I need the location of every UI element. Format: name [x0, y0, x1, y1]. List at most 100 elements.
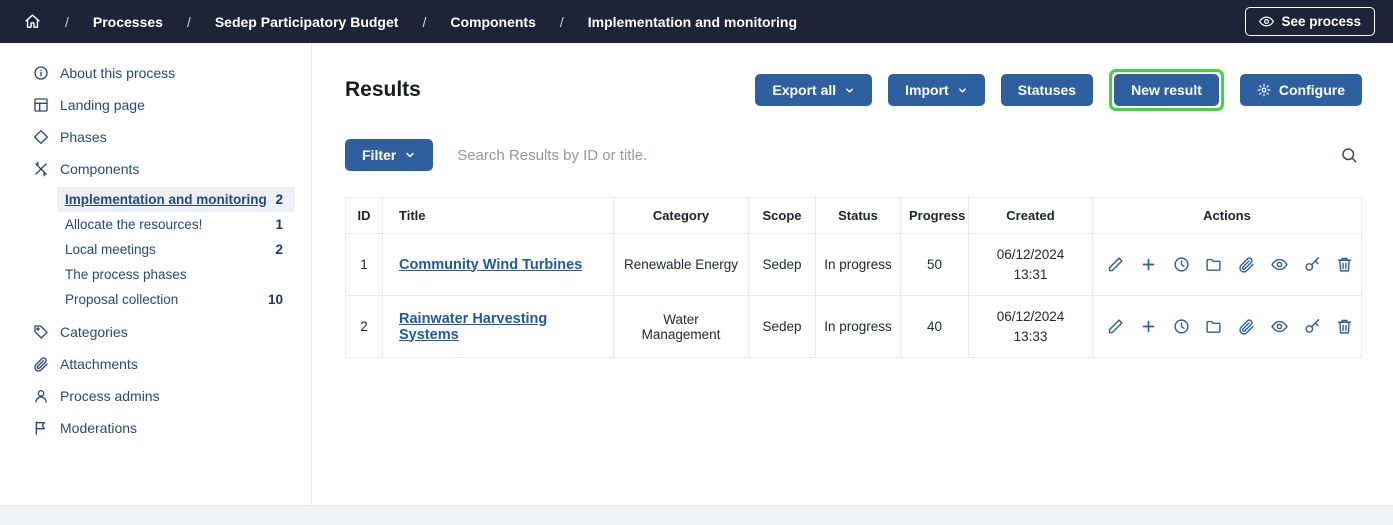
col-header-title: Title: [383, 198, 614, 234]
sidebar-item-label: Process admins: [60, 388, 160, 404]
preview-eye-icon[interactable]: [1271, 318, 1288, 335]
col-header-actions: Actions: [1093, 198, 1362, 234]
breadcrumb: / Processes / Sedep Participatory Budget…: [24, 13, 797, 30]
sidebar: About this process Landing page Phases C…: [0, 43, 312, 505]
bottom-strip: [0, 505, 1393, 525]
component-item-the-process-phases[interactable]: The process phases: [57, 262, 295, 287]
components-tools-icon: [33, 161, 49, 177]
created-time: 13:33: [977, 327, 1084, 347]
component-label: Proposal collection: [65, 292, 178, 307]
folder-icon[interactable]: [1205, 318, 1222, 335]
paperclip-icon: [33, 356, 49, 372]
component-item-proposal-collection[interactable]: Proposal collection 10: [57, 287, 295, 312]
col-header-scope: Scope: [749, 198, 816, 234]
component-label: Allocate the resources!: [65, 217, 202, 232]
sidebar-item-attachments[interactable]: Attachments: [0, 348, 311, 380]
sidebar-item-landing-page[interactable]: Landing page: [0, 89, 311, 121]
preview-eye-icon[interactable]: [1271, 256, 1288, 273]
sidebar-item-moderations[interactable]: Moderations: [0, 412, 311, 444]
attachments-paperclip-icon[interactable]: [1238, 318, 1255, 335]
created-date: 06/12/2024: [977, 245, 1084, 265]
export-all-label: Export all: [772, 82, 836, 98]
highlight-box: New result: [1109, 69, 1224, 111]
permissions-key-icon[interactable]: [1304, 256, 1321, 273]
component-count: 2: [275, 192, 283, 207]
statuses-button[interactable]: Statuses: [1001, 74, 1093, 106]
cell-actions: [1093, 296, 1362, 358]
layout-grid-icon: [33, 97, 49, 113]
history-clock-icon[interactable]: [1173, 318, 1190, 335]
sidebar-item-components[interactable]: Components: [0, 153, 311, 185]
eye-icon: [1259, 14, 1274, 29]
breadcrumb-separator: /: [422, 14, 426, 30]
col-header-created: Created: [969, 198, 1093, 234]
table-row: 1 Community Wind Turbines Renewable Ener…: [346, 234, 1362, 296]
result-title-link[interactable]: Community Wind Turbines: [399, 257, 582, 273]
created-date: 06/12/2024: [977, 307, 1084, 327]
breadcrumb-item-processes[interactable]: Processes: [93, 14, 163, 30]
sidebar-item-label: Phases: [60, 129, 107, 145]
cell-created: 06/12/2024 13:33: [969, 296, 1093, 358]
folder-icon[interactable]: [1205, 256, 1222, 273]
sidebar-item-label: Categories: [60, 324, 128, 340]
delete-trash-icon[interactable]: [1336, 256, 1353, 273]
table-row: 2 Rainwater Harvesting Systems Water Man…: [346, 296, 1362, 358]
cell-category: Water Management: [614, 296, 749, 358]
filter-label: Filter: [362, 147, 396, 163]
components-children: Implementation and monitoring 2 Allocate…: [57, 187, 295, 312]
sidebar-item-label: Components: [60, 161, 139, 177]
edit-pencil-icon[interactable]: [1107, 318, 1124, 335]
new-result-label: New result: [1131, 82, 1202, 98]
new-result-button[interactable]: New result: [1114, 74, 1219, 106]
search-input[interactable]: [457, 147, 1326, 164]
filter-button[interactable]: Filter: [345, 139, 433, 171]
cell-actions: [1093, 234, 1362, 296]
cell-category: Renewable Energy: [614, 234, 749, 296]
tag-icon: [33, 324, 49, 340]
chevron-down-icon: [957, 85, 968, 96]
configure-button[interactable]: Configure: [1240, 74, 1362, 106]
gear-icon: [1257, 83, 1271, 97]
export-all-button[interactable]: Export all: [755, 74, 872, 106]
component-count: 2: [275, 242, 283, 257]
breadcrumb-item-process[interactable]: Sedep Participatory Budget: [215, 14, 399, 30]
breadcrumb-item-current: Implementation and monitoring: [588, 14, 797, 30]
toolbar: Export all Import Statuses New result: [755, 69, 1362, 111]
col-header-progress: Progress: [901, 198, 969, 234]
delete-trash-icon[interactable]: [1336, 318, 1353, 335]
result-title-link[interactable]: Rainwater Harvesting Systems: [399, 311, 547, 343]
component-item-implementation-and-monitoring[interactable]: Implementation and monitoring 2: [57, 187, 295, 212]
add-plus-icon[interactable]: [1140, 256, 1157, 273]
home-icon[interactable]: [24, 13, 41, 30]
page-title: Results: [345, 78, 421, 102]
edit-pencil-icon[interactable]: [1107, 256, 1124, 273]
component-label: Local meetings: [65, 242, 156, 257]
table-header-row: ID Title Category Scope Status Progress …: [346, 198, 1362, 234]
component-item-allocate-the-resources[interactable]: Allocate the resources! 1: [57, 212, 295, 237]
permissions-key-icon[interactable]: [1304, 318, 1321, 335]
cell-id: 1: [346, 234, 383, 296]
import-button[interactable]: Import: [888, 74, 985, 106]
statuses-label: Statuses: [1018, 82, 1076, 98]
attachments-paperclip-icon[interactable]: [1238, 256, 1255, 273]
add-plus-icon[interactable]: [1140, 318, 1157, 335]
sidebar-item-label: About this process: [60, 65, 175, 81]
breadcrumb-item-components[interactable]: Components: [450, 14, 536, 30]
main-content: Results Export all Import Statuses: [312, 43, 1393, 505]
see-process-label: See process: [1281, 14, 1361, 29]
sidebar-item-process-admins[interactable]: Process admins: [0, 380, 311, 412]
search-icon[interactable]: [1336, 142, 1362, 168]
sidebar-item-categories[interactable]: Categories: [0, 316, 311, 348]
sidebar-item-about[interactable]: About this process: [0, 57, 311, 89]
cell-scope: Sedep: [749, 234, 816, 296]
sidebar-item-phases[interactable]: Phases: [0, 121, 311, 153]
col-header-category: Category: [614, 198, 749, 234]
breadcrumb-separator: /: [187, 14, 191, 30]
history-clock-icon[interactable]: [1173, 256, 1190, 273]
component-item-local-meetings[interactable]: Local meetings 2: [57, 237, 295, 262]
chevron-down-icon: [844, 85, 855, 96]
cell-created: 06/12/2024 13:31: [969, 234, 1093, 296]
breadcrumb-separator: /: [560, 14, 564, 30]
component-label: The process phases: [65, 267, 187, 282]
see-process-button[interactable]: See process: [1245, 7, 1375, 36]
